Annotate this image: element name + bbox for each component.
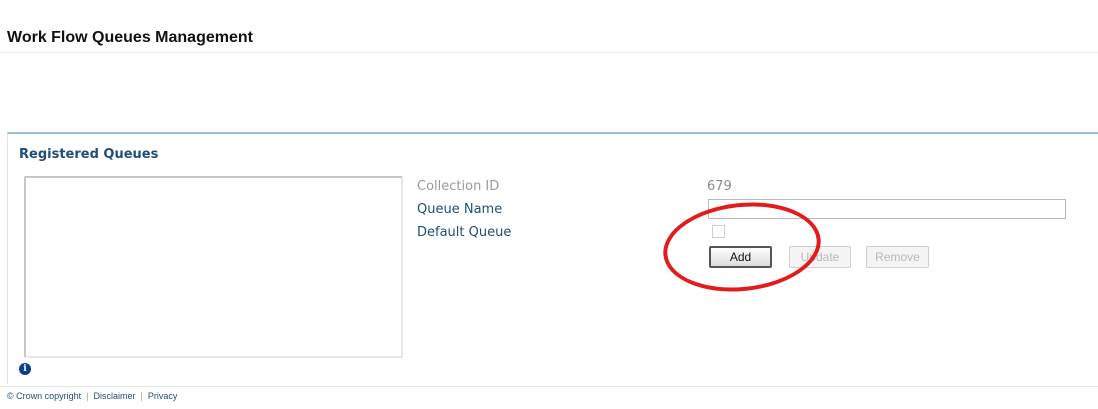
- disclaimer-link[interactable]: Disclaimer: [94, 391, 136, 401]
- update-button[interactable]: Update: [789, 246, 851, 268]
- registered-queues-panel: Registered Queues i Collection ID 679 Qu…: [7, 132, 1098, 384]
- page-title: Work Flow Queues Management: [7, 29, 253, 46]
- queue-name-label: Queue Name: [417, 202, 503, 217]
- registered-queues-heading: Registered Queues: [19, 147, 159, 162]
- queue-name-input[interactable]: [708, 199, 1066, 219]
- footer-separator: |: [86, 391, 89, 401]
- footer-separator: |: [140, 391, 143, 401]
- info-icon[interactable]: i: [19, 363, 31, 375]
- registered-queues-listbox[interactable]: [24, 176, 403, 358]
- remove-button[interactable]: Remove: [866, 246, 929, 268]
- collection-id-value: 679: [707, 179, 732, 194]
- default-queue-label: Default Queue: [417, 225, 512, 240]
- title-divider: [0, 52, 1098, 53]
- footer-divider: [0, 386, 1098, 387]
- add-button[interactable]: Add: [709, 246, 772, 268]
- crown-copyright-link[interactable]: © Crown copyright: [7, 391, 81, 401]
- collection-id-label: Collection ID: [417, 179, 500, 194]
- default-queue-checkbox[interactable]: [712, 225, 725, 238]
- privacy-link[interactable]: Privacy: [148, 391, 178, 401]
- footer: © Crown copyright | Disclaimer | Privacy: [7, 391, 177, 401]
